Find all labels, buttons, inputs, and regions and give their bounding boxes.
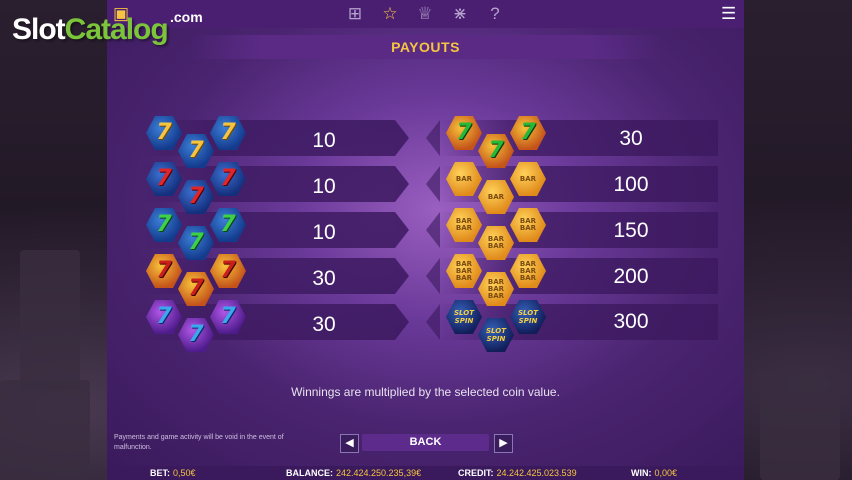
credit-label: CREDIT:: [458, 468, 494, 478]
payout-value: 30: [312, 267, 336, 290]
payout-value: 10: [312, 129, 336, 152]
win-value: 0,00€: [654, 468, 678, 478]
logo-com-text: .com: [170, 9, 203, 25]
trophy-icon[interactable]: ♕: [414, 4, 436, 24]
help-icon[interactable]: ?: [484, 4, 506, 24]
payout-value: 100: [613, 173, 649, 196]
page-title: PAYOUTS: [391, 39, 460, 55]
payout-value: 300: [613, 310, 649, 333]
malfunction-disclaimer: Payments and game activity will be void …: [114, 434, 284, 451]
credit-value: 24.242.425.023.539: [496, 468, 577, 478]
menu-icon[interactable]: ☰: [721, 4, 736, 24]
balance-display: BALANCE: 242.424.250.235,39€: [286, 467, 421, 479]
bet-display: BET: 0,50€: [150, 467, 196, 479]
prev-page-button[interactable]: ◀: [340, 434, 359, 453]
win-display: WIN: 0,00€: [631, 467, 677, 479]
next-page-button[interactable]: ▶: [494, 434, 513, 453]
win-label: WIN:: [631, 468, 652, 478]
network-icon[interactable]: ⋇: [449, 4, 471, 24]
payout-value: 30: [619, 127, 643, 150]
balance-label: BALANCE:: [286, 468, 333, 478]
logo-slot-text: Slot: [12, 13, 66, 46]
coin-value-note: Winnings are multiplied by the selected …: [291, 385, 560, 399]
credit-display: CREDIT: 24.242.425.023.539: [458, 467, 577, 479]
balance-value: 242.424.250.235,39€: [336, 468, 422, 478]
payout-value: 150: [613, 219, 649, 242]
star-icon[interactable]: ☆: [379, 4, 401, 24]
bet-value: 0,50€: [173, 468, 196, 478]
rock-decoration: [760, 370, 840, 480]
payout-value: 200: [613, 265, 649, 288]
paytable-grid-icon[interactable]: ⊞: [344, 4, 366, 24]
payout-value: 10: [312, 221, 336, 244]
rock-decoration: [20, 250, 80, 390]
bet-label: BET:: [150, 468, 170, 478]
payout-value: 30: [312, 313, 336, 336]
payout-value: 10: [312, 175, 336, 198]
back-button[interactable]: BACK: [362, 434, 489, 451]
rock-decoration: [0, 380, 90, 480]
